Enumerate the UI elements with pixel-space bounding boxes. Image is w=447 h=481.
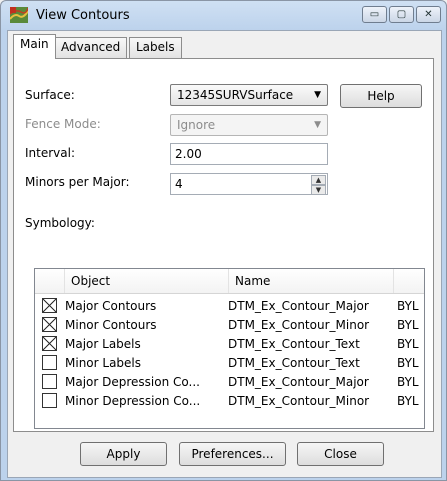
name-cell: DTM_Ex_Contour_Major xyxy=(228,375,369,389)
minors-per-major-label: Minors per Major: xyxy=(25,175,130,189)
row-checkbox[interactable] xyxy=(42,298,57,313)
check-x-icon xyxy=(42,317,57,332)
title-bar[interactable]: View Contours ▭ ▢ ✕ xyxy=(1,1,446,31)
fence-mode-value: Ignore xyxy=(177,118,216,132)
row-checkbox[interactable] xyxy=(42,317,57,332)
surface-label: Surface: xyxy=(25,88,75,102)
extra-cell: BYL xyxy=(397,356,419,370)
apply-button[interactable]: Apply xyxy=(80,442,167,466)
name-cell: DTM_Ex_Contour_Text xyxy=(228,337,360,351)
object-cell: Major Depression Co... xyxy=(65,375,200,389)
apply-button-label: Apply xyxy=(106,447,141,461)
name-cell: DTM_Ex_Contour_Minor xyxy=(228,394,370,408)
close-window-button[interactable]: ✕ xyxy=(416,6,441,23)
tab-labels[interactable]: Labels xyxy=(129,37,182,58)
header-extra-column[interactable] xyxy=(394,269,424,293)
view-contours-window: View Contours ▭ ▢ ✕ Main Advanced Labels… xyxy=(0,0,447,481)
list-item[interactable]: Major Contours DTM_Ex_Contour_Major BYL xyxy=(35,297,424,316)
symbology-label: Symbology: xyxy=(25,216,95,230)
check-x-icon xyxy=(42,336,57,351)
extra-cell: BYL xyxy=(397,318,419,332)
list-item[interactable]: Major Depression Co... DTM_Ex_Contour_Ma… xyxy=(35,373,424,392)
minimize-icon: ▭ xyxy=(369,9,380,20)
close-button[interactable]: Close xyxy=(297,442,384,466)
close-icon: ✕ xyxy=(424,9,433,20)
list-header: Object Name xyxy=(35,269,424,294)
extra-cell: BYL xyxy=(397,337,419,351)
list-item[interactable]: Minor Contours DTM_Ex_Contour_Minor BYL xyxy=(35,316,424,335)
header-name[interactable]: Name xyxy=(229,269,394,293)
maximize-icon: ▢ xyxy=(396,9,407,20)
header-object-label: Object xyxy=(71,274,111,288)
maximize-button[interactable]: ▢ xyxy=(389,6,414,23)
name-cell: DTM_Ex_Contour_Major xyxy=(228,299,369,313)
object-cell: Minor Labels xyxy=(65,356,142,370)
minimize-button[interactable]: ▭ xyxy=(362,6,387,23)
interval-label: Interval: xyxy=(25,146,75,160)
close-button-label: Close xyxy=(324,447,357,461)
surface-value: 12345SURVSurface xyxy=(177,88,294,102)
surface-dropdown[interactable]: 12345SURVSurface ▼ xyxy=(170,84,328,106)
extra-cell: BYL xyxy=(397,299,419,313)
extra-cell: BYL xyxy=(397,394,419,408)
spin-down-icon[interactable]: ▼ xyxy=(311,185,326,195)
minors-per-major-value: 4 xyxy=(175,177,183,191)
name-cell: DTM_Ex_Contour_Minor xyxy=(228,318,370,332)
fence-mode-label: Fence Mode: xyxy=(25,117,101,131)
spin-control: ▲ ▼ xyxy=(311,175,326,195)
help-button-label: Help xyxy=(367,89,395,103)
name-cell: DTM_Ex_Contour_Text xyxy=(228,356,360,370)
header-check-column[interactable] xyxy=(35,269,65,293)
extra-cell: BYL xyxy=(397,375,419,389)
list-item[interactable]: Major Labels DTM_Ex_Contour_Text BYL xyxy=(35,335,424,354)
preferences-button[interactable]: Preferences... xyxy=(179,442,286,466)
row-checkbox[interactable] xyxy=(42,355,57,370)
window-title: View Contours xyxy=(36,8,130,23)
preferences-button-label: Preferences... xyxy=(191,447,274,461)
contour-map-icon xyxy=(10,7,28,23)
tab-label: Advanced xyxy=(61,40,121,54)
interval-value: 2.00 xyxy=(175,147,202,161)
tab-label: Labels xyxy=(136,40,175,54)
dialog-client-area: Main Advanced Labels Surface: 12345SURVS… xyxy=(7,30,442,478)
symbology-list[interactable]: Object Name Major Contours DTM_Ex_Contou… xyxy=(34,268,425,429)
minors-per-major-stepper[interactable]: 4 ▲ ▼ xyxy=(170,173,328,195)
row-checkbox[interactable] xyxy=(42,393,57,408)
list-item[interactable]: Minor Depression Co... DTM_Ex_Contour_Mi… xyxy=(35,392,424,411)
tab-label: Main xyxy=(20,37,49,51)
spin-up-icon[interactable]: ▲ xyxy=(311,175,326,185)
help-button[interactable]: Help xyxy=(340,84,422,108)
chevron-down-icon: ▼ xyxy=(314,120,321,130)
check-x-icon xyxy=(42,298,57,313)
header-name-label: Name xyxy=(235,274,271,288)
chevron-down-icon: ▼ xyxy=(314,90,321,100)
object-cell: Major Labels xyxy=(65,337,141,351)
tab-advanced[interactable]: Advanced xyxy=(54,37,128,58)
row-checkbox[interactable] xyxy=(42,374,57,389)
fence-mode-dropdown[interactable]: Ignore ▼ xyxy=(170,114,328,136)
interval-field[interactable]: 2.00 xyxy=(170,143,328,165)
header-object[interactable]: Object xyxy=(65,269,229,293)
object-cell: Minor Contours xyxy=(65,318,157,332)
object-cell: Minor Depression Co... xyxy=(65,394,201,408)
tab-main[interactable]: Main xyxy=(13,34,56,59)
row-checkbox[interactable] xyxy=(42,336,57,351)
object-cell: Major Contours xyxy=(65,299,157,313)
list-item[interactable]: Minor Labels DTM_Ex_Contour_Text BYL xyxy=(35,354,424,373)
